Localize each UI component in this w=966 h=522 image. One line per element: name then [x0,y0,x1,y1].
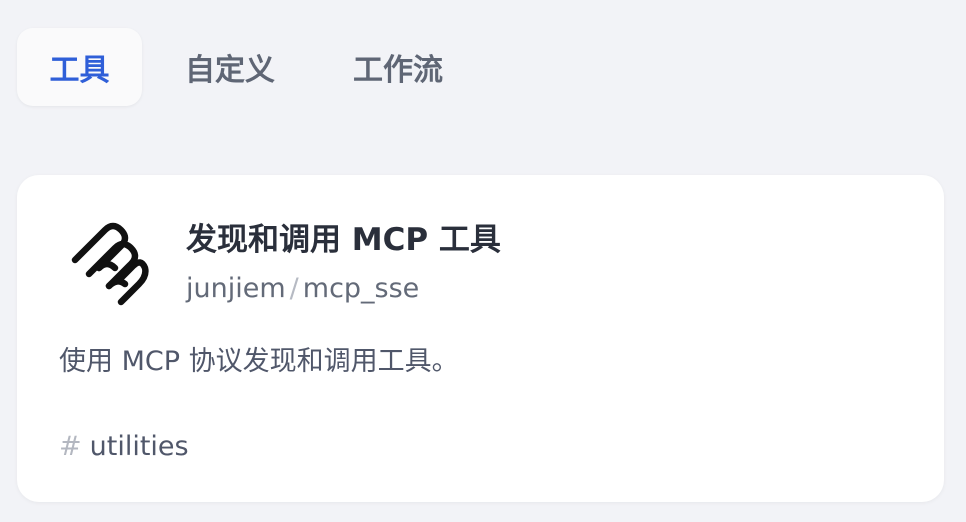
tool-tag: # utilities [59,428,189,466]
tab-bar: 工具 自定义 工作流 [17,28,478,106]
path-separator: / [289,273,299,304]
tab-custom[interactable]: 自定义 [142,28,318,106]
tool-description: 使用 MCP 协议发现和调用工具。 [59,346,459,377]
mcp-logo-icon [69,222,149,308]
tool-name: mcp_sse [302,273,420,304]
tab-tools[interactable]: 工具 [17,28,142,106]
tool-path: junjiem / mcp_sse [186,271,419,307]
tool-title: 发现和调用 MCP 工具 [186,222,501,258]
tab-workflow[interactable]: 工作流 [318,28,478,106]
tag-label: utilities [89,431,189,462]
tool-card[interactable]: 发现和调用 MCP 工具 junjiem / mcp_sse 使用 MCP 协议发现… [17,175,944,502]
tool-author: junjiem [186,273,286,304]
hash-icon: # [59,431,82,462]
